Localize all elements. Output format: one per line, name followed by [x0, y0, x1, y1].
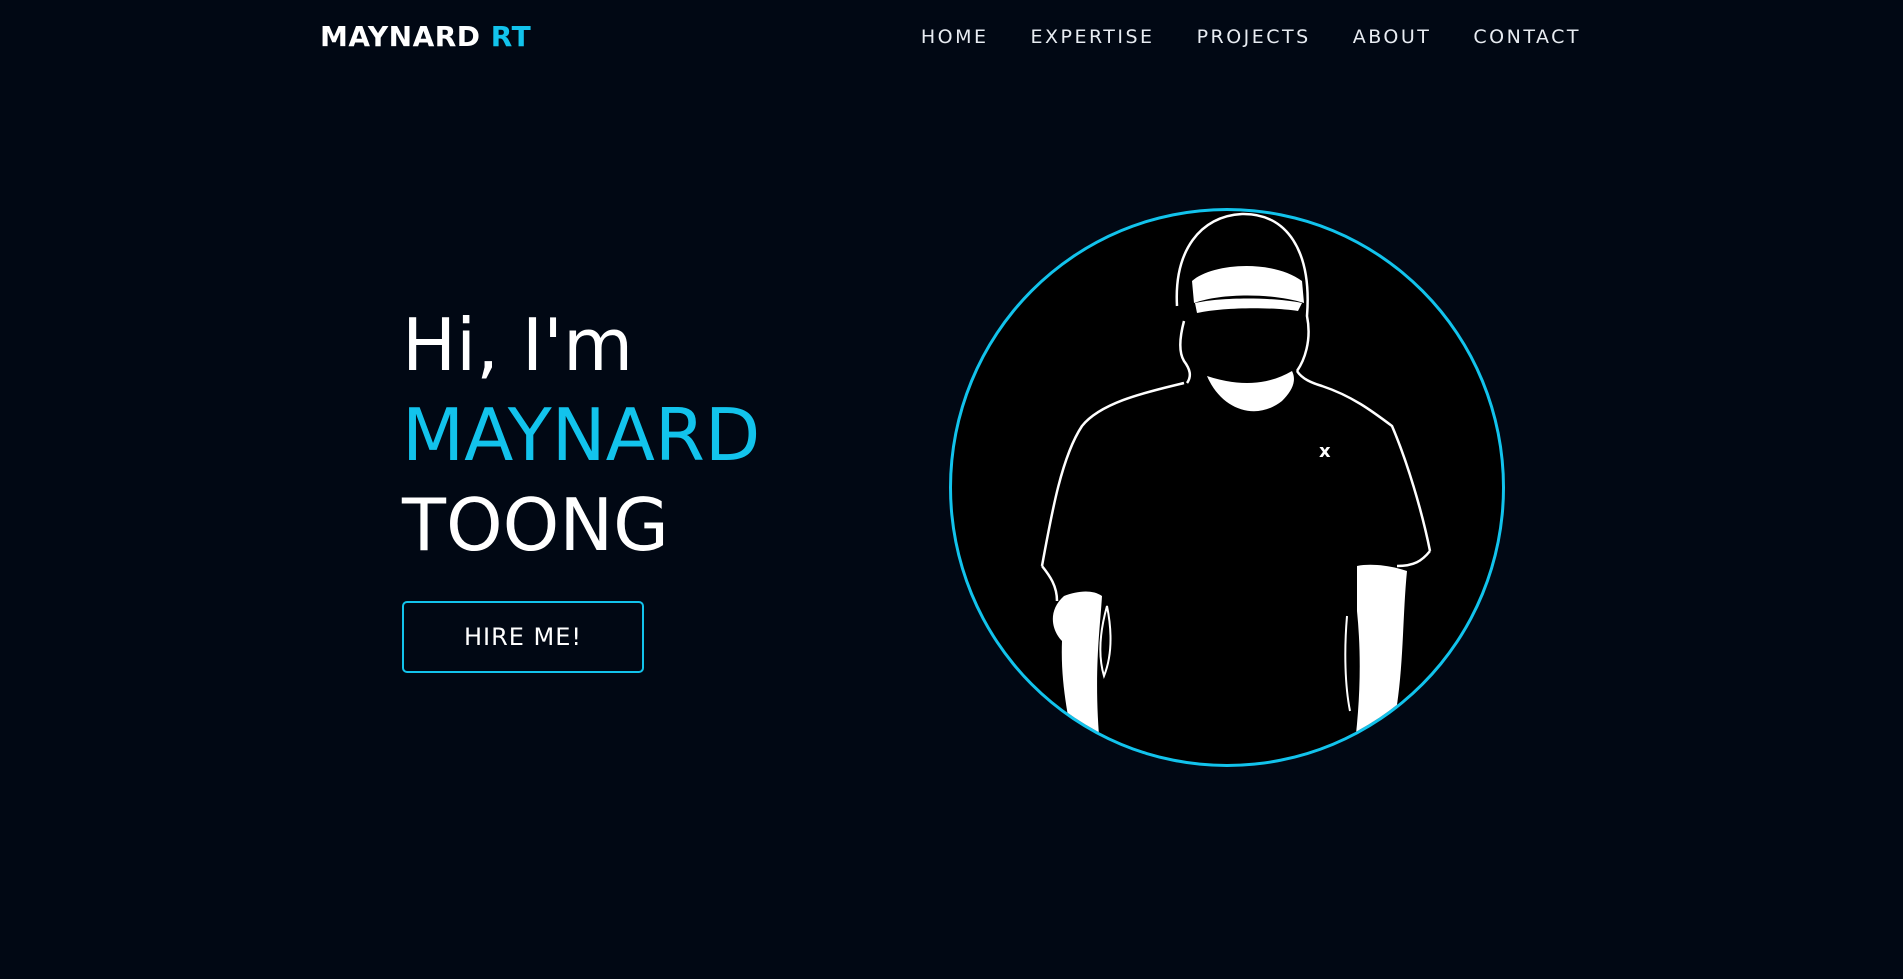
logo-accent-text: RT	[490, 20, 532, 53]
hero-greeting: Hi, I'm	[402, 303, 634, 387]
svg-text:x: x	[1319, 441, 1331, 462]
nav-expertise-link[interactable]: EXPERTISE	[1030, 25, 1154, 49]
main-nav: HOME EXPERTISE PROJECTS ABOUT CONTACT	[879, 25, 1581, 49]
profile-portrait: x	[949, 208, 1505, 767]
hero-heading: Hi, I'm MAYNARD TOONG	[402, 300, 760, 570]
logo-main-text: MAYNARD	[320, 20, 481, 53]
site-logo[interactable]: MAYNARD RT	[320, 20, 531, 54]
page: MAYNARD RT HOME EXPERTISE PROJECTS ABOUT…	[0, 0, 1903, 979]
hire-me-button[interactable]: HIRE ME!	[402, 601, 644, 673]
portrait-silhouette-image: x	[1040, 212, 1432, 764]
nav-about-link[interactable]: ABOUT	[1353, 25, 1432, 49]
nav-contact-link[interactable]: CONTACT	[1473, 25, 1581, 49]
nav-projects-link[interactable]: PROJECTS	[1197, 25, 1311, 49]
hero-last-name: TOONG	[402, 483, 669, 567]
hero-first-name: MAYNARD	[402, 393, 761, 477]
nav-home-link[interactable]: HOME	[921, 25, 989, 49]
